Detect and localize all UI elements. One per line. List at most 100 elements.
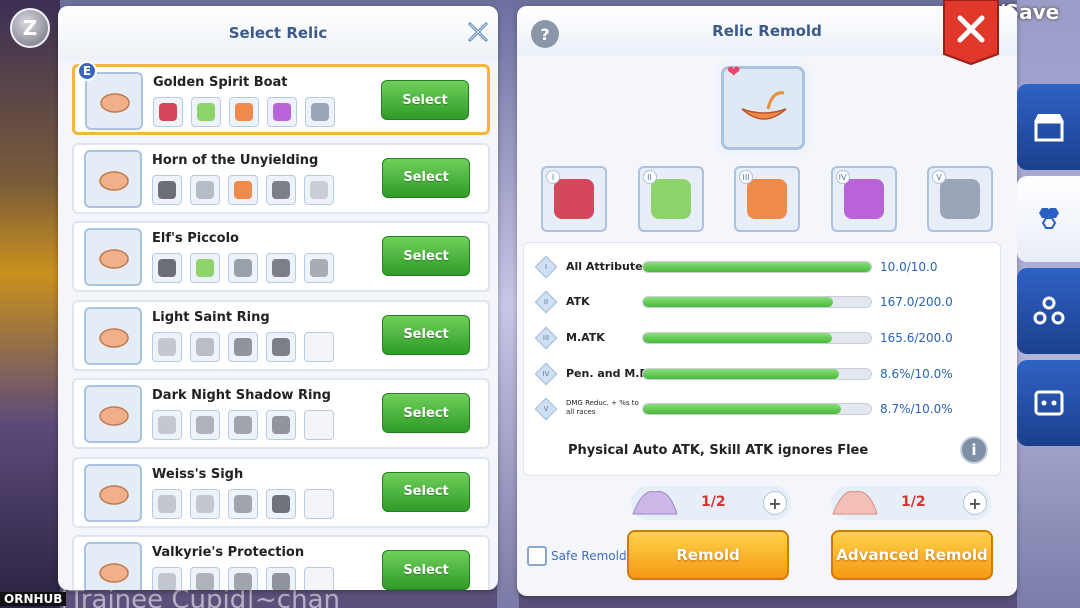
stat-row: I All Attributes 10.0/10.0 (524, 255, 1000, 279)
select-button[interactable]: Select (382, 550, 470, 590)
select-button[interactable]: Select (382, 393, 470, 433)
part-gem-icon (234, 337, 252, 356)
powder-material-icon (632, 490, 678, 515)
part-gem-icon (196, 494, 214, 513)
stat-progress-fill (643, 333, 832, 343)
part-numeral: IV (835, 170, 850, 184)
relic-list-item[interactable]: E Golden Spirit Boat Select (72, 61, 490, 135)
part-slot (190, 488, 220, 519)
part-gem-icon (234, 573, 252, 590)
relic-list-item[interactable]: Weiss's Sigh Select (72, 456, 490, 528)
relic-icon (99, 484, 129, 505)
relic-icon (99, 249, 129, 269)
relic-effect-text: Physical Auto ATK, Skill ATK ignores Fle… (568, 443, 869, 458)
part-gem-icon (272, 416, 290, 434)
relic-part-slot[interactable]: IV (830, 166, 897, 232)
select-button[interactable]: Select (382, 314, 470, 355)
remold-tab[interactable] (1017, 176, 1080, 262)
add-material-button[interactable]: + (963, 491, 987, 515)
relic-part-slots (152, 253, 334, 283)
relic-list-item[interactable]: Dark Night Shadow Ring Select (72, 378, 490, 449)
remold-button[interactable]: Remold (627, 530, 789, 580)
select-relic-title: Select Relic (228, 24, 328, 42)
stat-label: All Attributes (566, 260, 650, 273)
advanced-remold-button[interactable]: Advanced Remold (831, 530, 993, 580)
background-scene-middle (497, 0, 519, 608)
empty-part-slot (304, 410, 334, 440)
relic-part-slot[interactable]: I (541, 166, 607, 232)
select-button[interactable]: Select (382, 471, 470, 512)
hexagon-cluster-icon (1038, 208, 1059, 229)
relic-part-slot[interactable]: III (734, 166, 800, 232)
golden-spirit-boat-icon (741, 91, 787, 120)
molecule-tab[interactable] (1017, 268, 1080, 354)
relic-part-slots (152, 410, 334, 440)
stat-value: 8.7%/10.0% (880, 402, 953, 416)
close-icon[interactable] (466, 20, 490, 44)
molecule-icon (1033, 296, 1064, 325)
part-slot (304, 253, 334, 283)
relic-list-item[interactable]: Horn of the Unyielding Select (72, 142, 490, 214)
info-button[interactable]: i (960, 436, 988, 464)
scan-tab[interactable] (1017, 360, 1080, 446)
part-gem-icon (272, 494, 290, 513)
part-slot (190, 174, 220, 205)
select-relic-header: Select Relic (58, 6, 498, 60)
stat-progress-fill (643, 369, 840, 379)
main-relic-slot[interactable]: ❤ (721, 62, 805, 150)
help-button[interactable]: ? (531, 20, 559, 48)
part-slot (191, 97, 221, 127)
part-numeral: V (932, 170, 946, 184)
select-relic-panel: Select Relic E Golden Spirit Boat Select Ho… (58, 6, 498, 590)
stat-numeral: I (534, 255, 558, 279)
stat-progress-fill (643, 404, 842, 414)
shop-icon (1033, 114, 1064, 142)
stat-numeral: II (534, 290, 558, 314)
relic-thumbnail (85, 72, 143, 130)
part-icon (940, 179, 980, 219)
relic-list-item[interactable]: Elf's Piccolo Select (72, 221, 490, 292)
part-gem-icon (234, 494, 252, 513)
relic-thumbnail (84, 463, 142, 522)
stat-label: M.ATK (566, 331, 605, 344)
relic-part-slot[interactable]: V (927, 166, 993, 232)
part-slot (228, 488, 258, 519)
add-material-button[interactable]: + (763, 491, 787, 515)
select-button[interactable]: Select (382, 236, 470, 276)
safe-remold-checkbox[interactable] (527, 546, 547, 566)
close-window-button[interactable] (942, 0, 1000, 66)
part-gem-icon (310, 180, 328, 199)
relic-part-slot[interactable]: II (637, 166, 704, 232)
select-button[interactable]: Select (381, 80, 469, 120)
stat-row: II ATK 167.0/200.0 (524, 290, 1000, 314)
relic-name: Light Saint Ring (152, 309, 270, 325)
relic-list-item[interactable]: Light Saint Ring Select (72, 299, 490, 371)
part-numeral: III (739, 170, 753, 184)
relic-part-slots (153, 97, 335, 127)
part-gem-icon (272, 337, 290, 356)
part-icon (554, 179, 594, 219)
stat-progress-bar (642, 332, 872, 344)
part-slot (152, 488, 182, 519)
remold-material-2: 1/2 + (831, 486, 991, 520)
relic-thumbnail (84, 385, 142, 443)
stat-label: ATK (566, 295, 590, 308)
relic-thumbnail (84, 228, 142, 286)
relic-part-slots (152, 567, 334, 590)
shop-tab[interactable] (1017, 84, 1080, 170)
part-gem-icon (272, 180, 290, 199)
part-gem-icon (235, 103, 253, 121)
z-menu-button[interactable]: Z (10, 8, 50, 48)
relic-parts-row: I II III IV V (541, 166, 993, 232)
part-slot (305, 97, 335, 127)
relic-icon (99, 170, 129, 191)
part-gem-icon (234, 180, 252, 199)
relic-list-item[interactable]: Valkyrie's Protection Select (72, 535, 490, 590)
part-gem-icon (310, 259, 328, 277)
stat-numeral: III (534, 326, 558, 350)
stat-numeral: V (534, 397, 558, 421)
heart-icon: ❤ (727, 62, 741, 81)
empty-part-slot (304, 488, 334, 519)
select-button[interactable]: Select (382, 157, 470, 198)
safe-remold-label[interactable]: Safe Remold (551, 549, 627, 563)
